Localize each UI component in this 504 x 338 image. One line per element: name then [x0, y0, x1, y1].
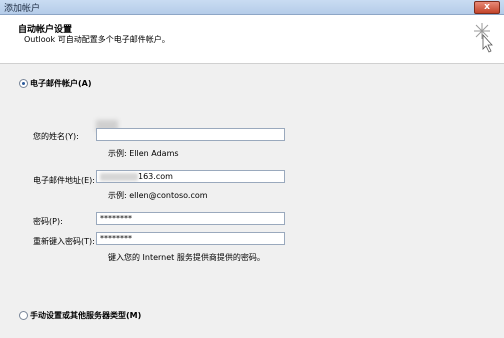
password-confirm-field[interactable]: ********: [96, 232, 285, 245]
manual-setup-label: 手动设置或其他服务器类型(M): [30, 311, 142, 320]
email-account-radio[interactable]: [19, 79, 28, 88]
name-field[interactable]: [96, 128, 285, 141]
manual-setup-radio[interactable]: [19, 311, 28, 320]
email-account-label: 电子邮件帐户(A): [30, 79, 92, 88]
name-example: 示例: Ellen Adams: [108, 149, 179, 158]
header-panel: 自动帐户设置 Outlook 可自动配置多个电子邮件帐户。: [0, 15, 504, 64]
page-subtitle: Outlook 可自动配置多个电子邮件帐户。: [24, 35, 170, 44]
password-hint: 键入您的 Internet 服务提供商提供的密码。: [108, 253, 265, 262]
wizard-sparkle-icon: [474, 23, 493, 53]
email-field-value: 163.com: [138, 172, 173, 181]
close-button[interactable]: x: [474, 1, 500, 14]
title-bar: 添加帐户 x: [0, 0, 504, 15]
email-field[interactable]: 163.com: [96, 170, 285, 183]
email-example: 示例: ellen@contoso.com: [108, 191, 208, 200]
window-title: 添加帐户: [4, 4, 41, 14]
email-redaction: [100, 172, 138, 181]
password-label: 密码(P):: [33, 217, 63, 226]
email-label: 电子邮件地址(E):: [33, 176, 95, 185]
password-field-value: ********: [100, 214, 132, 223]
password-field[interactable]: ********: [96, 212, 285, 225]
password-confirm-label: 重新键入密码(T):: [33, 237, 95, 246]
name-label: 您的姓名(Y):: [33, 132, 79, 141]
password-confirm-field-value: ********: [100, 234, 132, 243]
